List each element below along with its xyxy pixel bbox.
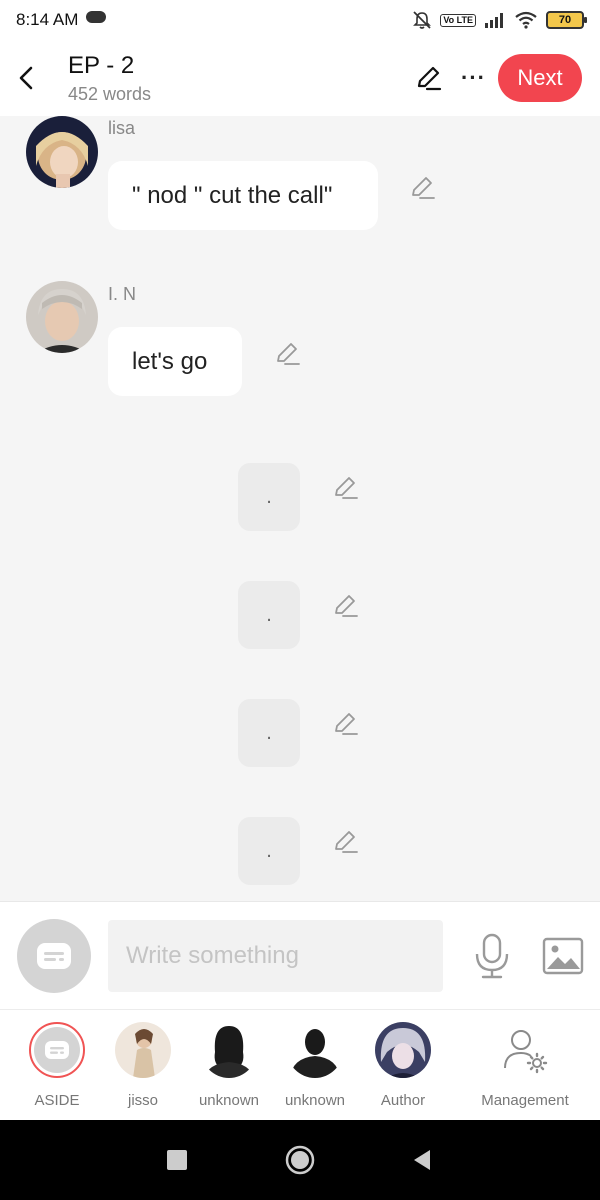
character-label: Author — [380, 1092, 426, 1109]
edit-message-icon[interactable] — [331, 474, 359, 502]
aside-avatar — [29, 1022, 85, 1078]
character-unknown-male[interactable]: unknown — [275, 1022, 355, 1109]
status-icons: Vo LTE 70 — [412, 10, 587, 30]
edit-message-icon[interactable] — [273, 340, 301, 368]
message-bubble[interactable]: " nod " cut the call" — [108, 161, 378, 230]
character-author[interactable]: Author — [363, 1022, 443, 1109]
aside-text: . — [266, 721, 272, 744]
aside-text: . — [266, 839, 272, 862]
aside-icon — [34, 1027, 80, 1073]
microphone-icon[interactable] — [472, 932, 512, 980]
edit-title-button[interactable] — [407, 57, 449, 99]
character-jisso[interactable]: jisso — [103, 1022, 183, 1109]
aside-toggle-button[interactable] — [17, 919, 91, 993]
management-icon — [497, 1022, 553, 1078]
speaker-name: lisa — [108, 118, 136, 138]
header: EP - 2 452 words ··· Next — [0, 40, 600, 116]
aside-bubble[interactable]: . — [238, 699, 300, 767]
system-nav-bar — [0, 1120, 600, 1200]
edit-message-icon[interactable] — [331, 710, 359, 738]
character-label: unknown — [198, 1092, 260, 1109]
character-label: unknown — [284, 1092, 346, 1109]
character-label: Management — [481, 1092, 569, 1109]
character-management[interactable]: Management — [481, 1022, 569, 1109]
character-bar: ASIDE jisso unknown unknown Author Manag… — [0, 1009, 600, 1120]
character-unknown-female[interactable]: unknown — [189, 1022, 269, 1109]
edit-message-icon[interactable] — [331, 828, 359, 856]
avatar-in[interactable] — [26, 281, 98, 353]
character-aside[interactable]: ASIDE — [17, 1022, 97, 1109]
cloud-icon — [86, 11, 107, 23]
header-actions: ··· Next — [407, 54, 600, 102]
page-title: EP - 2 — [68, 51, 135, 79]
avatar — [375, 1022, 431, 1078]
avatar — [287, 1022, 343, 1078]
status-time: 8:14 AM — [16, 10, 79, 29]
notifications-off-icon — [413, 11, 432, 29]
image-icon[interactable] — [542, 936, 584, 976]
aside-bubble[interactable]: . — [238, 817, 300, 885]
word-count: 452 words — [68, 83, 152, 104]
wifi-icon — [515, 11, 537, 29]
volte-icon: Vo LTE — [440, 13, 476, 27]
back-arrow-icon — [19, 66, 33, 90]
recent-apps-icon[interactable] — [163, 1146, 191, 1174]
message-input[interactable] — [108, 920, 443, 992]
avatar — [201, 1022, 257, 1078]
aside-text: . — [266, 485, 272, 508]
character-label: jisso — [127, 1092, 158, 1109]
edit-message-icon[interactable] — [408, 174, 436, 202]
status-bar: 8:14 AM Vo LTE 70 — [0, 0, 600, 40]
aside-bubble[interactable]: . — [238, 581, 300, 649]
input-bar — [0, 901, 600, 1009]
aside-text: . — [266, 603, 272, 626]
back-nav-icon[interactable] — [408, 1146, 436, 1174]
pencil-icon — [417, 66, 442, 91]
speaker-name: I. N — [108, 284, 137, 304]
chat-area[interactable]: lisa " nod " cut the call" I. N let's go… — [0, 116, 600, 901]
signal-icon — [485, 13, 503, 28]
home-icon[interactable] — [284, 1144, 316, 1176]
edit-message-icon[interactable] — [331, 592, 359, 620]
aside-bubble[interactable]: . — [238, 463, 300, 531]
aside-icon — [37, 943, 71, 969]
message-text: " nod " cut the call" — [132, 181, 333, 209]
character-label: ASIDE — [34, 1092, 80, 1109]
message-text: let's go — [132, 347, 208, 375]
back-button[interactable] — [0, 40, 52, 116]
battery-level: 70 — [558, 14, 572, 26]
avatar — [115, 1022, 171, 1078]
message-bubble[interactable]: let's go — [108, 327, 242, 396]
battery-icon: 70 — [546, 11, 587, 29]
more-options-icon[interactable]: ··· — [461, 65, 486, 91]
avatar-lisa[interactable] — [26, 116, 98, 188]
title-block: EP - 2 452 words — [68, 52, 151, 105]
next-button[interactable]: Next — [498, 54, 582, 102]
